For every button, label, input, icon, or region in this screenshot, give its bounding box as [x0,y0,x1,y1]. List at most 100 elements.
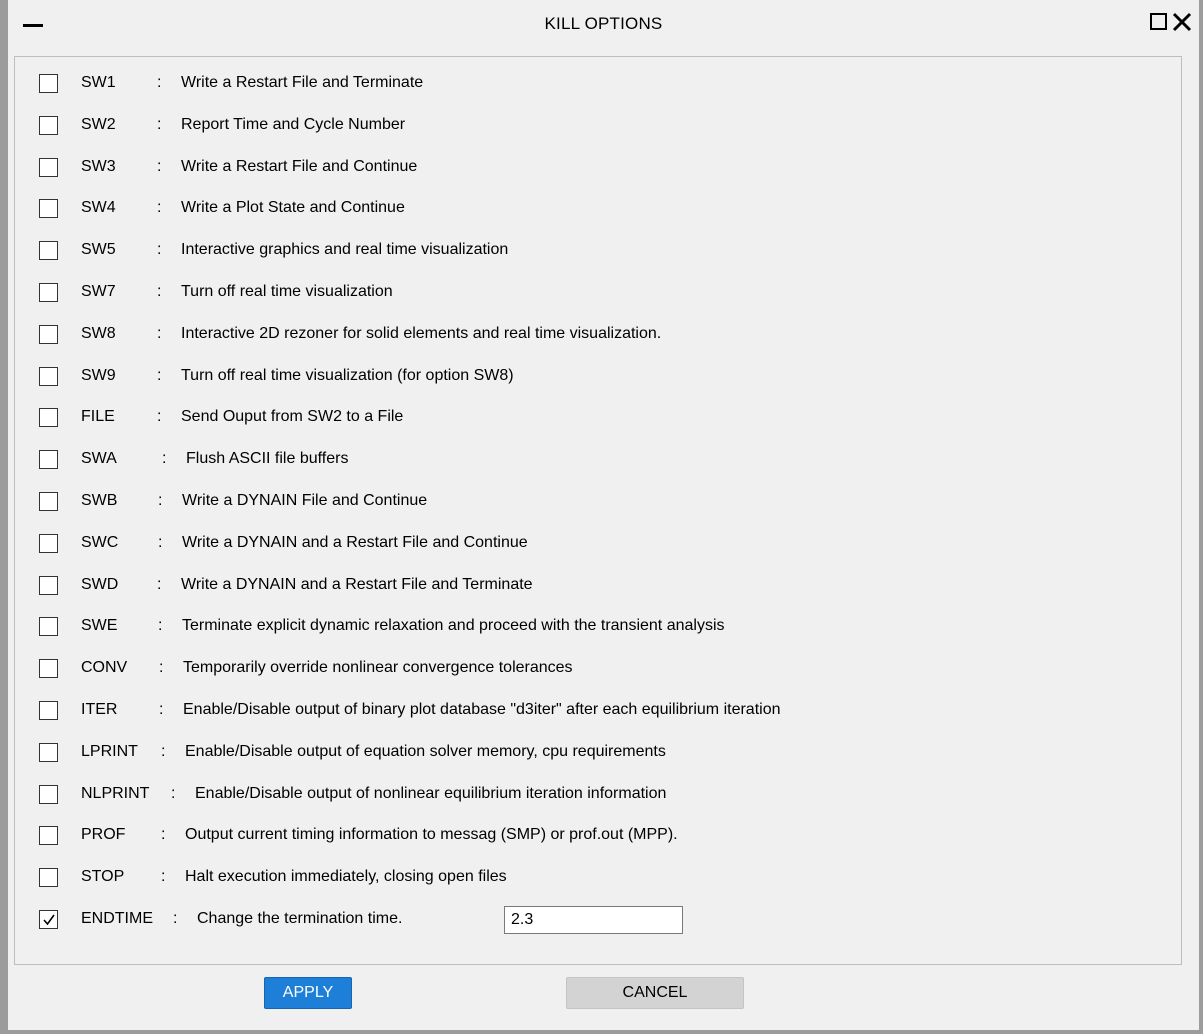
checkbox-sw1[interactable] [39,74,58,93]
option-row-stop: STOP: Halt execution immediately, closing… [15,859,1181,895]
option-key: NLPRINT [81,784,150,802]
checkbox-conv[interactable] [39,659,58,679]
option-key: FILE [81,408,115,426]
checkbox-swc[interactable] [39,533,58,553]
option-separator: : [157,74,162,91]
option-row-swb: SWB: Write a DYNAIN File and Continue [15,483,1181,519]
option-row-file: FILE: Send Ouput from SW2 to a File [15,399,1181,435]
option-separator: : [159,701,164,718]
option-separator: : [157,324,162,342]
option-description: Report Time and Cycle Number [181,115,406,133]
maximize-icon[interactable] [1150,13,1167,30]
option-key: CONV [81,659,128,677]
checkbox-nlprint[interactable] [39,784,58,804]
option-separator: : [157,115,162,133]
endtime-input[interactable] [504,906,683,934]
option-separator: : [158,533,163,551]
window-title: KILL OPTIONS [544,14,663,33]
checkbox-sw8[interactable] [39,324,58,344]
option-description: Terminate explicit dynamic relaxation an… [182,617,725,635]
option-row-swa: SWA: Flush ASCII file buffers [15,441,1181,477]
option-separator: : [158,492,163,509]
close-icon[interactable] [1171,10,1193,34]
option-key: SW7 [81,283,116,300]
option-key: STOP [81,868,125,886]
option-key: SW1 [81,74,116,91]
option-key: PROF [81,826,126,844]
option-description: Enable/Disable output of equation solver… [185,742,666,760]
option-separator: : [161,742,166,760]
option-separator: : [157,366,162,384]
option-key: SW5 [81,241,116,259]
checkbox-endtime[interactable] [39,910,58,929]
option-row-prof: PROF: Output current timing information t… [15,817,1181,853]
option-key: SWD [81,575,119,593]
checkbox-lprint[interactable] [39,742,58,762]
checkbox-sw5[interactable] [39,241,58,261]
option-description: Change the termination time. [197,910,403,927]
option-row-endtime: ENDTIME: Change the termination time. [15,901,1181,937]
option-row-sw9: SW9: Turn off real time visualization (fo… [15,358,1181,394]
checkbox-swe[interactable] [39,617,58,637]
option-key: SWB [81,492,118,509]
option-separator: : [161,826,166,844]
option-key: SW3 [81,157,116,175]
option-row-lprint: LPRINT: Enable/Disable output of equation… [15,734,1181,770]
option-description: Write a DYNAIN and a Restart File and Co… [182,533,528,551]
option-description: Interactive 2D rezoner for solid element… [181,324,662,342]
option-key: LPRINT [81,742,138,760]
option-row-swe: SWE: Terminate explicit dynamic relaxatio… [15,608,1181,644]
checkmark-icon [43,914,55,926]
option-separator: : [157,241,162,259]
checkbox-sw3[interactable] [39,157,58,177]
option-separator: : [161,868,166,886]
option-row-sw1: SW1: Write a Restart File and Terminate [15,65,1181,101]
checkbox-swd[interactable] [39,575,58,595]
option-key: ITER [81,701,118,718]
option-separator: : [173,910,178,927]
option-description: Send Ouput from SW2 to a File [181,408,404,426]
checkbox-swa[interactable] [39,450,58,470]
option-row-swc: SWC: Write a DYNAIN and a Restart File an… [15,525,1181,561]
option-separator: : [157,157,162,175]
option-row-sw7: SW7: Turn off real time visualization [15,274,1181,310]
cancel-button[interactable]: CANCEL [566,977,744,1009]
option-row-sw4: SW4: Write a Plot State and Continue [15,190,1181,226]
option-key: SW2 [81,115,116,133]
checkbox-sw7[interactable] [39,283,58,302]
option-separator: : [171,784,176,802]
checkbox-iter[interactable] [39,701,58,720]
checkbox-prof[interactable] [39,826,58,846]
option-row-sw8: SW8: Interactive 2D rezoner for solid ele… [15,316,1181,352]
checkbox-sw4[interactable] [39,199,58,219]
checkbox-file[interactable] [39,408,58,428]
option-separator: : [157,199,162,217]
option-description: Temporarily override nonlinear convergen… [183,659,573,677]
option-key: SW9 [81,366,116,384]
option-description: Turn off real time visualization (for op… [181,366,514,384]
option-row-swd: SWD: Write a DYNAIN and a Restart File an… [15,567,1181,603]
option-description: Interactive graphics and real time visua… [181,241,509,259]
option-description: Halt execution immediately, closing open… [185,868,507,886]
option-separator: : [158,617,163,635]
checkbox-stop[interactable] [39,868,58,888]
option-key: SWA [81,450,117,468]
checkbox-sw2[interactable] [39,115,58,135]
option-row-sw2: SW2: Report Time and Cycle Number [15,107,1181,143]
option-row-conv: CONV: Temporarily override nonlinear conv… [15,650,1181,686]
option-key: SWE [81,617,118,635]
option-description: Flush ASCII file buffers [186,450,349,468]
options-panel: SW1: Write a Restart File and Terminate SW… [14,56,1182,965]
checkbox-swb[interactable] [39,492,58,511]
option-separator: : [162,450,167,468]
option-description: Write a DYNAIN File and Continue [182,492,428,509]
option-separator: : [157,408,162,426]
apply-button[interactable]: APPLY [264,977,352,1009]
option-row-nlprint: NLPRINT: Enable/Disable output of nonline… [15,776,1181,812]
checkbox-sw9[interactable] [39,366,58,386]
minimize-icon[interactable] [22,16,44,34]
option-key: ENDTIME [81,910,153,927]
option-description: Write a Restart File and Terminate [181,74,424,91]
option-description: Write a Plot State and Continue [181,199,405,217]
title-bar[interactable]: KILL OPTIONS [8,0,1199,48]
